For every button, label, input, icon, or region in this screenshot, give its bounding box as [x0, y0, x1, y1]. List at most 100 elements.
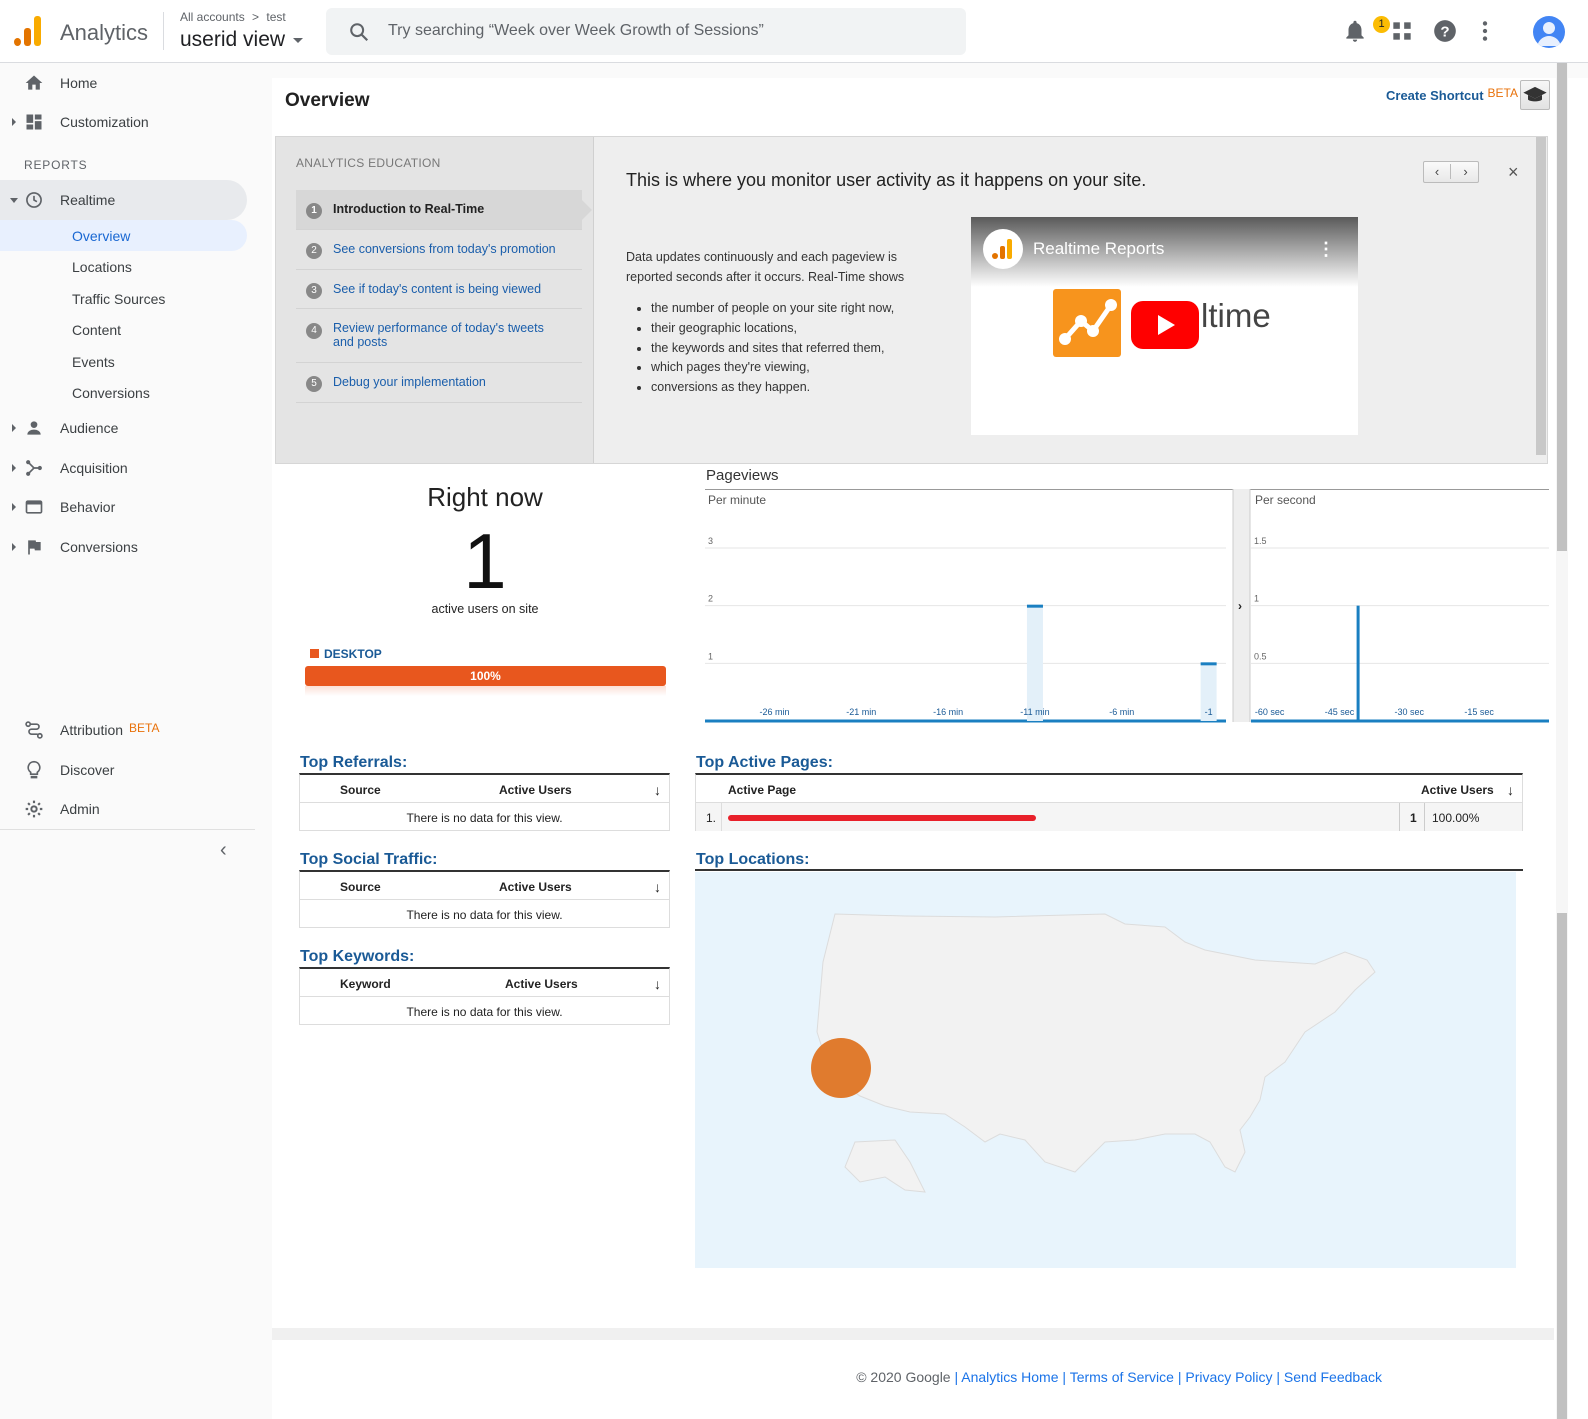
table-row[interactable]: 1. 1 100.00%: [696, 803, 1522, 831]
privacy-link[interactable]: Privacy Policy: [1185, 1369, 1272, 1385]
column-header[interactable]: Source: [340, 783, 381, 797]
sort-desc-icon[interactable]: ↓: [654, 976, 661, 992]
device-bar-shadow: [305, 686, 666, 696]
sidebar-item-customization[interactable]: Customization: [0, 102, 255, 142]
help-icon[interactable]: ?: [1432, 18, 1458, 44]
education-step-5[interactable]: 5 Debug your implementation: [296, 363, 582, 403]
sidebar-item-label: Customization: [60, 114, 149, 130]
breadcrumb-separator: >: [252, 10, 260, 24]
empty-message: There is no data for this view.: [406, 1005, 563, 1019]
redacted-page-path[interactable]: [728, 815, 1036, 821]
video-player[interactable]: Realtime Reports ⋮ ltime: [971, 217, 1358, 435]
sidebar-subitem-conversions[interactable]: Conversions: [0, 377, 247, 408]
sidebar-subitem-content[interactable]: Content: [0, 314, 247, 345]
column-header[interactable]: Source: [340, 880, 381, 894]
close-icon[interactable]: ×: [1508, 162, 1519, 183]
clock-icon: [26, 192, 42, 208]
view-selector[interactable]: userid view: [180, 28, 285, 52]
location-bubble[interactable]: [811, 1038, 871, 1098]
top-keywords-table: Keyword Active Users ↓ There is no data …: [299, 967, 670, 1025]
more-vert-icon[interactable]: [1472, 18, 1498, 44]
usa-map: [811, 913, 1376, 1193]
analytics-logo-icon[interactable]: [14, 16, 42, 46]
column-header[interactable]: Active Users: [499, 880, 572, 894]
sidebar-item-admin[interactable]: Admin: [0, 789, 255, 829]
active-users-label: active users on site: [431, 602, 539, 616]
account-breadcrumb[interactable]: All accounts > test: [180, 10, 286, 24]
locations-map[interactable]: [695, 872, 1516, 1268]
sidebar-item-attribution[interactable]: Attribution BETA: [0, 710, 255, 750]
sidebar-item-realtime[interactable]: Realtime: [0, 180, 247, 220]
notifications-icon[interactable]: [1342, 18, 1368, 44]
sidebar-subitem-locations[interactable]: Locations: [0, 251, 247, 282]
column-header[interactable]: Keyword: [340, 977, 391, 991]
education-step-2[interactable]: 2 See conversions from today's promotion: [296, 230, 582, 270]
expand-caret-icon[interactable]: [12, 118, 16, 126]
gear-icon: [25, 800, 43, 818]
sort-desc-icon[interactable]: ↓: [654, 782, 661, 798]
sidebar-item-behavior[interactable]: Behavior: [0, 487, 255, 527]
terms-link[interactable]: Terms of Service: [1070, 1369, 1174, 1385]
expand-caret-icon[interactable]: [10, 198, 18, 203]
device-share-pct: 100%: [470, 669, 501, 683]
search-bar[interactable]: [326, 8, 966, 55]
create-shortcut-link[interactable]: Create Shortcut BETA: [1386, 86, 1518, 103]
behavior-icon: [25, 500, 43, 514]
sidebar-item-acquisition[interactable]: Acquisition: [0, 448, 255, 488]
education-header: ANALYTICS EDUCATION: [296, 156, 441, 170]
education-step-3[interactable]: 3 See if today's content is being viewed: [296, 270, 582, 309]
collapse-sidebar-button[interactable]: ‹: [220, 839, 236, 863]
divider: [163, 12, 164, 50]
search-input[interactable]: [388, 18, 948, 44]
sidebar-subitem-overview[interactable]: Overview: [0, 220, 247, 251]
education-step-4[interactable]: 4 Review performance of today's tweets a…: [296, 309, 582, 363]
pageviews-title: Pageviews: [706, 467, 779, 484]
channel-avatar[interactable]: [983, 229, 1023, 269]
play-button-icon[interactable]: [1131, 301, 1199, 349]
column-header[interactable]: Active Users: [499, 783, 572, 797]
step-label: Introduction to Real-Time: [333, 202, 485, 216]
next-button[interactable]: ›: [1452, 164, 1479, 179]
account-name[interactable]: test: [266, 10, 285, 24]
sidebar-item-home[interactable]: Home: [0, 63, 255, 103]
sort-desc-icon[interactable]: ↓: [654, 879, 661, 895]
scrollbar[interactable]: [1536, 137, 1546, 455]
education-step-1[interactable]: 1 Introduction to Real-Time: [296, 190, 592, 230]
sidebar-item-discover[interactable]: Discover: [0, 750, 255, 790]
account-avatar[interactable]: [1533, 16, 1565, 48]
expand-caret-icon[interactable]: [12, 503, 16, 511]
expand-caret-icon[interactable]: [12, 464, 16, 472]
column-header[interactable]: Active Page: [728, 783, 796, 797]
sidebar-item-conversions[interactable]: Conversions: [0, 527, 255, 567]
all-accounts-link[interactable]: All accounts: [180, 10, 245, 24]
scrollbar-thumb[interactable]: [1557, 913, 1567, 1419]
attribution-icon: [25, 721, 43, 739]
lightbulb-icon: [27, 760, 41, 779]
content-background: [255, 63, 1588, 78]
education-toggle-button[interactable]: [1520, 80, 1550, 110]
chevron-down-icon[interactable]: [293, 38, 303, 43]
apps-icon[interactable]: [1389, 18, 1415, 44]
step-label: See if today's content is being viewed: [333, 282, 542, 296]
step-number: 2: [306, 243, 322, 259]
education-bullets: the number of people on your site right …: [651, 299, 951, 398]
expand-caret-icon[interactable]: [12, 543, 16, 551]
sidebar-item-label: Discover: [60, 762, 115, 778]
more-vert-icon[interactable]: ⋮: [1317, 239, 1335, 260]
sidebar-item-label: Admin: [60, 801, 100, 817]
analytics-home-link[interactable]: Analytics Home: [961, 1369, 1058, 1385]
scrollbar-thumb[interactable]: [1557, 63, 1567, 551]
top-referrals-title: Top Referrals:: [300, 754, 408, 771]
page-scrollbar[interactable]: [1556, 63, 1568, 1419]
sidebar-subitem-events[interactable]: Events: [0, 346, 247, 377]
expand-caret-icon[interactable]: [12, 424, 16, 432]
prev-button[interactable]: ‹: [1424, 164, 1451, 179]
education-body: Data updates continuously and each pagev…: [626, 250, 905, 284]
sidebar-subitem-traffic-sources[interactable]: Traffic Sources: [0, 283, 247, 314]
column-header[interactable]: Active Users: [1421, 783, 1494, 797]
feedback-link[interactable]: Send Feedback: [1284, 1369, 1382, 1385]
sidebar-item-audience[interactable]: Audience: [0, 408, 255, 448]
sort-desc-icon[interactable]: ↓: [1507, 782, 1514, 798]
usa-land: [816, 913, 1376, 1173]
column-header[interactable]: Active Users: [505, 977, 578, 991]
